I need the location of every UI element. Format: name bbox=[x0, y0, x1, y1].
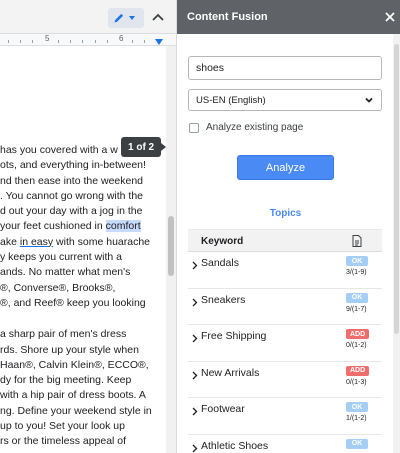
doc-line: y keeps you current with a bbox=[0, 251, 122, 264]
keyword-label: Footwear bbox=[201, 403, 245, 415]
doc-line: ake in easy with some huarache bbox=[0, 235, 151, 248]
indent-marker[interactable] bbox=[155, 39, 163, 45]
doc-scrollbar[interactable] bbox=[166, 46, 176, 453]
analyze-existing-option[interactable]: Analyze existing page bbox=[189, 122, 303, 133]
match-count-badge: 1 of 2 bbox=[121, 137, 167, 157]
keyword-status-badge: OK bbox=[346, 292, 368, 303]
collapse-icon[interactable] bbox=[150, 10, 166, 26]
doc-line: Haan®, Calvin Klein®, ECCO®, bbox=[0, 358, 149, 371]
keyword-status-badge: OK bbox=[346, 438, 368, 449]
chevron-right-icon bbox=[192, 334, 198, 343]
keyword-list: Sandals OK 3/(1-9) Sneakers OK 9/(1-7) Free Sh… bbox=[188, 252, 382, 453]
keyword-label: New Arrivals bbox=[201, 366, 260, 379]
doc-line: ots, and everything in-between! bbox=[0, 159, 146, 172]
keyword-usage-count: 0/(1-2) bbox=[346, 342, 367, 349]
chevron-right-icon bbox=[192, 298, 198, 306]
document-area: 5 6 has you covered with a w ots, and ev… bbox=[0, 0, 176, 453]
panel-scrollbar[interactable] bbox=[393, 34, 400, 453]
doc-line: ng. Define your weekend style in bbox=[0, 404, 152, 417]
ruler: 5 6 bbox=[0, 34, 176, 46]
keyword-usage-count: 9/(1-7) bbox=[346, 305, 367, 313]
keyword-status-badge: ADD bbox=[346, 329, 370, 339]
spelling-underline: in easy bbox=[19, 235, 54, 248]
doc-line: ands. No matter what men's bbox=[0, 266, 131, 279]
keyword-status-badge: OK bbox=[346, 256, 368, 266]
keyword-label: Free Shipping bbox=[201, 330, 267, 342]
keyword-row[interactable]: Athletic Shoes OK bbox=[188, 435, 382, 453]
doc-line: a sharp pair of men's dress bbox=[0, 328, 127, 341]
chevron-right-icon bbox=[192, 407, 198, 416]
doc-line: with a hip pair of dress boots. A bbox=[0, 389, 146, 402]
chevron-right-icon bbox=[192, 261, 198, 270]
keyword-usage-count: 3/(1-9) bbox=[346, 269, 367, 276]
keyword-usage-count: 0/(1-3) bbox=[346, 378, 367, 386]
keyword-row[interactable]: Free Shipping ADD 0/(1-2) bbox=[188, 325, 382, 362]
doc-line: dy for the big meeting. Keep bbox=[0, 374, 132, 387]
keyword-row[interactable]: Footwear OK 1/(1-2) bbox=[188, 398, 382, 435]
document-body[interactable]: has you covered with a w ots, and everyt… bbox=[0, 143, 166, 450]
chevron-right-icon bbox=[192, 371, 198, 379]
doc-line: ®, Converse®, Brooks®, bbox=[0, 281, 116, 294]
keyword-label: Athletic Shoes bbox=[201, 439, 269, 452]
keyword-row[interactable]: Sneakers OK 9/(1-7) bbox=[188, 289, 382, 325]
doc-toolbar bbox=[0, 0, 176, 34]
ruler-mark: 6 bbox=[119, 34, 124, 43]
doc-scrollbar-thumb[interactable] bbox=[168, 216, 174, 276]
keyword-row[interactable]: New Arrivals ADD 0/(1-3) bbox=[188, 362, 382, 398]
analyze-existing-checkbox[interactable] bbox=[189, 122, 199, 133]
doc-line: d out your day with a jog in the bbox=[0, 205, 143, 218]
keyword-status-badge: ADD bbox=[346, 365, 370, 376]
close-icon[interactable] bbox=[383, 10, 397, 24]
keyword-row[interactable]: Sandals OK 3/(1-9) bbox=[188, 252, 382, 289]
doc-line: rds. Shore up your style when bbox=[0, 343, 139, 356]
doc-line: up to you! Set your look up bbox=[0, 420, 125, 433]
analyze-button[interactable]: Analyze bbox=[237, 155, 334, 180]
document-icon[interactable] bbox=[352, 235, 362, 247]
chevron-right-icon bbox=[192, 444, 198, 452]
keyword-label: Sandals bbox=[201, 257, 239, 269]
content-fusion-panel: Content Fusion US-EN (English) Analyze e… bbox=[176, 0, 400, 453]
keyword-table-header: Keyword bbox=[188, 229, 382, 252]
doc-line: nd then ease into the weekend bbox=[0, 174, 144, 187]
keyword-search-input[interactable] bbox=[188, 56, 382, 80]
doc-line: your feet cushioned in comfort bbox=[0, 220, 141, 233]
search-match-highlight: comfort bbox=[105, 220, 141, 233]
analyze-existing-label: Analyze existing page bbox=[206, 122, 304, 133]
doc-line: ®, and Reef® keep you looking bbox=[0, 296, 146, 309]
chevron-down-icon bbox=[365, 97, 373, 103]
panel-scrollbar-thumb[interactable] bbox=[394, 44, 399, 334]
pencil-icon bbox=[114, 13, 124, 23]
keyword-usage-count: 1/(1-2) bbox=[346, 415, 367, 422]
keyword-column-header: Keyword bbox=[201, 236, 244, 247]
edit-mode-button[interactable] bbox=[108, 8, 144, 28]
panel-header: Content Fusion bbox=[177, 0, 400, 34]
chevron-down-icon bbox=[129, 16, 135, 20]
ruler-mark: 5 bbox=[45, 34, 50, 43]
topics-heading: Topics bbox=[269, 208, 302, 219]
doc-line: rs or the timeless appeal of bbox=[0, 435, 127, 448]
panel-title: Content Fusion bbox=[187, 11, 268, 23]
keyword-status-badge: OK bbox=[346, 402, 368, 412]
language-select-value: US-EN (English) bbox=[196, 94, 266, 106]
language-select[interactable]: US-EN (English) bbox=[188, 89, 382, 111]
doc-line: . You cannot go wrong with the bbox=[0, 189, 144, 202]
keyword-label: Sneakers bbox=[201, 293, 246, 306]
